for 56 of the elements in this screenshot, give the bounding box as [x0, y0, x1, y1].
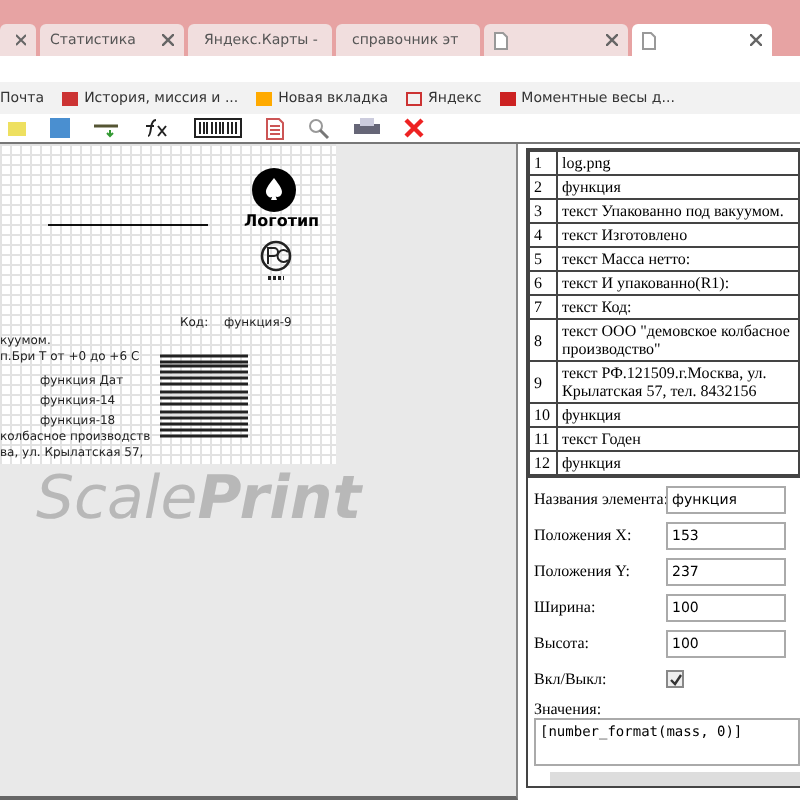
delete-icon[interactable] [404, 118, 424, 138]
close-icon[interactable] [750, 34, 762, 46]
browser-tab[interactable] [0, 24, 36, 56]
row-number: 9 [529, 361, 557, 403]
bookmark-icon [499, 91, 516, 105]
checkbox[interactable] [666, 670, 684, 688]
row-number: 10 [529, 403, 557, 427]
row-number: 5 [529, 247, 557, 271]
browser-tab[interactable] [632, 24, 772, 56]
browser-tab[interactable] [484, 24, 628, 56]
element-name[interactable]: функция [557, 175, 799, 199]
property-label: Названия элемента: [534, 490, 666, 508]
close-icon[interactable] [606, 34, 618, 46]
barcode-icon[interactable] [194, 118, 242, 138]
scrollbar[interactable] [550, 772, 800, 786]
element-name[interactable]: текст Годен [557, 427, 799, 451]
row-number: 4 [529, 223, 557, 247]
element-name[interactable]: текст РФ.121509.г.Москва, ул. Крылатская 57, тел. 8432156 [557, 361, 799, 403]
row-number: 8 [529, 319, 557, 361]
element-name[interactable]: текст ООО "демовское колбасное производство" [557, 319, 799, 361]
property-label: Значения: [534, 700, 604, 718]
certification-mark-icon[interactable] [258, 240, 294, 284]
property-label: Вкл/Выкл: [534, 670, 609, 688]
close-icon[interactable] [16, 34, 26, 46]
row-number: 6 [529, 271, 557, 295]
document-icon[interactable] [266, 117, 284, 139]
printer-icon[interactable] [354, 118, 380, 138]
element-name[interactable]: текст Изготовлено [557, 223, 799, 247]
row-number: 1 [529, 151, 557, 175]
function-icon[interactable] [142, 118, 170, 138]
bookmark-icon [62, 91, 79, 105]
row-number: 11 [529, 427, 557, 451]
row-number: 12 [529, 451, 557, 475]
close-icon[interactable] [162, 34, 174, 46]
property-label: Высота: [534, 634, 592, 652]
element-name[interactable]: текст Масса нетто: [557, 247, 799, 271]
property-label: Положения Y: [534, 562, 632, 580]
element-name[interactable]: текст Упакованно под вакуумом. [557, 199, 799, 223]
element-name[interactable]: функция [557, 451, 799, 475]
property-label: Ширина: [534, 598, 598, 616]
bookmark-icon [256, 91, 273, 105]
row-number: 7 [529, 295, 557, 319]
element-name[interactable]: функция [557, 403, 799, 427]
element-name[interactable]: log.png [557, 151, 799, 175]
row-number: 2 [529, 175, 557, 199]
bookmark-icon [406, 91, 422, 105]
row-number: 3 [529, 199, 557, 223]
document-icon [642, 31, 656, 49]
spade-icon[interactable] [252, 168, 296, 212]
element-name[interactable]: текст Код: [557, 295, 799, 319]
element-name[interactable]: текст И упакованно(R1): [557, 271, 799, 295]
barcode[interactable] [160, 352, 248, 440]
search-icon[interactable] [308, 117, 330, 139]
logo-label: Логотип [244, 212, 320, 230]
document-icon [494, 31, 508, 49]
property-label: Положения X: [534, 526, 634, 544]
